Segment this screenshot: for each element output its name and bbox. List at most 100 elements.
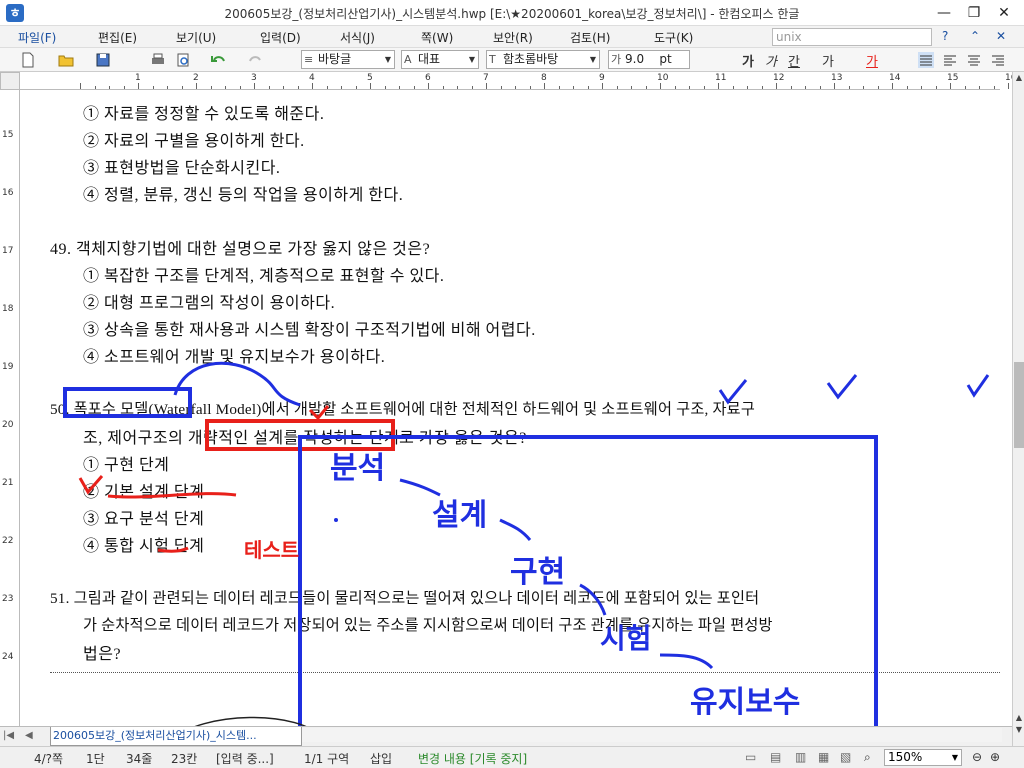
ruler-tick: [283, 86, 284, 89]
ruler-tick: [457, 86, 458, 89]
print-icon[interactable]: [150, 52, 166, 68]
ruler-tick: [500, 86, 502, 89]
document-page[interactable]: ① 자료를 정정할 수 있도록 해준다. ② 자료의 구별을 용이하게 한다. …: [21, 90, 1012, 730]
status-page[interactable]: 4/?쪽: [34, 750, 63, 767]
zoom-in-icon[interactable]: ⊕: [990, 750, 1000, 764]
vruler-number: 21: [2, 478, 14, 488]
open-folder-icon[interactable]: [58, 52, 74, 68]
ruler-tick: [123, 86, 125, 89]
vruler-number: 23: [2, 594, 14, 604]
ruler-tick: [979, 86, 980, 89]
underline-button[interactable]: 간: [788, 51, 800, 70]
menu-security[interactable]: 보안(R): [493, 29, 533, 46]
menu-insert[interactable]: 입력(D): [260, 29, 301, 46]
strike-button[interactable]: 가: [822, 51, 834, 70]
panel-close-icon[interactable]: ✕: [996, 29, 1006, 43]
paragraph-select[interactable]: A 대표 ▼: [401, 50, 479, 69]
doc-line: ④ 정렬, 분류, 갱신 등의 작업을 용이하게 한다.: [83, 187, 404, 204]
ruler-tick: [819, 86, 821, 89]
ruler-tick: [616, 86, 618, 89]
menu-edit[interactable]: 편집(E): [98, 29, 137, 46]
align-right-icon[interactable]: [990, 52, 1006, 68]
chevron-down-icon: ▼: [951, 753, 958, 762]
tab-document[interactable]: 200605보강_(정보처리산업기사)_시스템...: [50, 727, 302, 746]
print-preview-icon[interactable]: [175, 52, 191, 68]
ruler-number: 14: [889, 73, 901, 83]
menu-file[interactable]: 파일(F): [18, 29, 56, 46]
ruler-tick: [776, 83, 777, 89]
prev-page-icon[interactable]: ▲: [1013, 712, 1024, 724]
ruler-tick: [239, 86, 241, 89]
ruler-corner[interactable]: [0, 72, 20, 90]
menu-review[interactable]: 검토(H): [570, 29, 610, 46]
ruler-tick: [877, 86, 879, 89]
status-track-changes[interactable]: 변경 내용 [기록 중지]: [418, 750, 527, 767]
align-justify-icon[interactable]: [918, 52, 934, 68]
bold-button[interactable]: 가: [742, 51, 754, 70]
redo-icon[interactable]: [248, 52, 264, 68]
menu-tools[interactable]: 도구(K): [654, 29, 693, 46]
vertical-scrollbar[interactable]: ▲ ▲ ▼: [1012, 72, 1024, 748]
save-icon[interactable]: [95, 52, 111, 68]
ribbon-toggle-icon[interactable]: ⌃: [970, 29, 980, 43]
zoom-out-icon[interactable]: ⊖: [972, 750, 982, 764]
ruler-number: 10: [657, 73, 669, 83]
view-page-icon[interactable]: ▤: [770, 750, 781, 764]
ruler-tick: [529, 86, 531, 89]
undo-icon[interactable]: [210, 52, 226, 68]
doc-line: 조, 제어구조의 개략적인 설계를 작성하는 단계로 가장 옳은 것은?: [83, 430, 527, 447]
ruler-number: 2: [193, 73, 199, 83]
help-icon[interactable]: ?: [942, 29, 948, 43]
view-normal-icon[interactable]: ▭: [745, 750, 756, 764]
italic-button[interactable]: 가: [765, 51, 777, 70]
font-size-value: 9.0: [625, 52, 645, 66]
new-document-icon[interactable]: [20, 52, 36, 68]
status-mode[interactable]: 삽입: [370, 750, 392, 767]
horizontal-ruler[interactable]: 1 2 3 4 5 6 7 8 9 10 11 12 13 14 15 16: [20, 72, 1016, 90]
align-center-icon[interactable]: [966, 52, 982, 68]
ruler-tick: [674, 86, 676, 89]
font-color-button[interactable]: 가: [866, 51, 878, 70]
tab-first-icon[interactable]: |◀: [3, 730, 14, 741]
view-full-icon[interactable]: ▦: [818, 750, 829, 764]
ruler-tick: [805, 86, 806, 89]
tab-prev-icon[interactable]: ◀: [25, 730, 33, 741]
scroll-up-icon[interactable]: ▲: [1013, 72, 1024, 84]
scroll-thumb[interactable]: [1014, 362, 1024, 448]
paragraph-value: 대표: [418, 52, 441, 66]
ruler-tick: [413, 86, 415, 89]
close-button[interactable]: ✕: [982, 0, 1024, 26]
view-outline-icon[interactable]: ▧: [840, 750, 851, 764]
ruler-tick: [138, 83, 139, 89]
ruler-tick: [442, 86, 444, 89]
ruler-tick: [196, 83, 197, 89]
align-left-icon[interactable]: [942, 52, 958, 68]
ruler-tick: [645, 86, 647, 89]
view-two-page-icon[interactable]: ▥: [795, 750, 806, 764]
doc-line: 50. 폭포수 모델(Waterfall Model)에서 개발할 소프트웨어에…: [50, 401, 756, 418]
ruler-tick: [471, 86, 473, 89]
doc-line: ② 기본 설계 단계: [83, 484, 205, 501]
font-size-select[interactable]: 가 9.0 pt: [608, 50, 690, 69]
ruler-number: 8: [541, 73, 547, 83]
menu-format[interactable]: 서식(J): [340, 29, 375, 46]
ruler-number: 1: [135, 73, 141, 83]
search-input[interactable]: unix: [772, 28, 932, 46]
status-input: [입력 중...]: [216, 752, 274, 766]
vruler-number: 20: [2, 420, 14, 430]
menu-view[interactable]: 보기(U): [176, 29, 216, 46]
vruler-number: 22: [2, 536, 14, 546]
menu-page[interactable]: 쪽(W): [421, 29, 453, 46]
doc-line: ④ 통합 시험 단계: [83, 538, 205, 555]
doc-line: ③ 상속을 통한 재사용과 시스템 확장이 구조적기법에 비해 어렵다.: [83, 322, 536, 339]
doc-line: ④ 소프트웨어 개발 및 유지보수가 용이하다.: [83, 349, 386, 366]
zoom-search-icon[interactable]: ⌕: [864, 750, 871, 765]
zoom-select[interactable]: 150% ▼: [884, 749, 962, 766]
doc-line: 가 순차적으로 데이터 레코드가 저장되어 있는 주소를 지시함으로써 데이터 …: [83, 617, 773, 634]
ruler-tick: [486, 83, 487, 89]
next-page-icon[interactable]: ▼: [1013, 724, 1024, 736]
horizontal-scrollbar[interactable]: [302, 728, 1002, 742]
font-select[interactable]: T 함초롬바탕 ▼: [486, 50, 600, 69]
style-select[interactable]: ≡ 바탕글 ▼: [301, 50, 395, 69]
vertical-ruler[interactable]: 15 16 17 18 19 20 21 22 23 24: [0, 90, 20, 730]
